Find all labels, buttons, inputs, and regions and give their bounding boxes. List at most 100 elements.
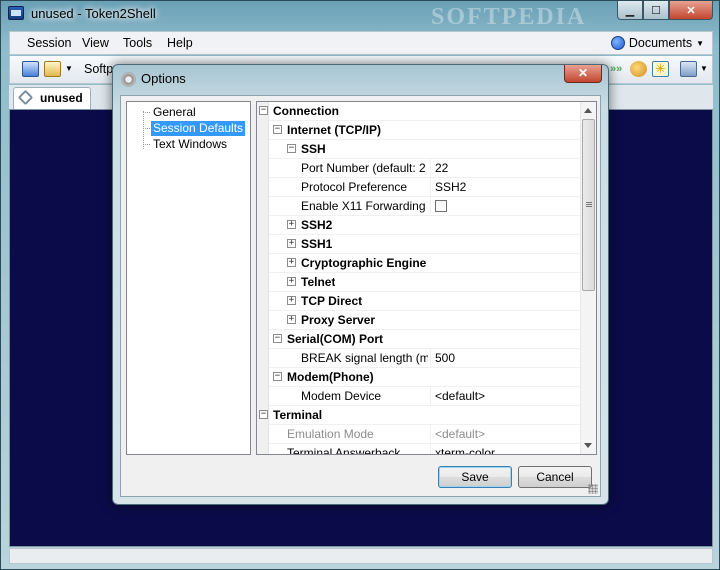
edit-icon[interactable]: [44, 61, 61, 77]
status-bar: [9, 548, 713, 564]
nav-item-session-defaults[interactable]: Session Defaults: [151, 121, 246, 136]
property-row[interactable]: Emulation Mode <default>: [257, 425, 580, 444]
tree-line: [143, 112, 150, 113]
property-name: Modem(Phone): [287, 370, 374, 384]
collapse-icon[interactable]: −: [259, 410, 268, 419]
property-name: Modem Device: [301, 389, 382, 403]
property-row[interactable]: + Cryptographic Engine: [257, 254, 580, 273]
dialog-title: Options: [141, 71, 186, 86]
property-row[interactable]: + Telnet: [257, 273, 580, 292]
property-name: Terminal: [273, 408, 323, 422]
property-row[interactable]: − SSH: [257, 140, 580, 159]
menu-tools[interactable]: Tools: [123, 36, 152, 50]
expand-icon[interactable]: +: [287, 277, 296, 286]
property-row[interactable]: + SSH2: [257, 216, 580, 235]
chevron-down-icon[interactable]: ▼: [65, 64, 73, 73]
tab-label: unused: [40, 91, 83, 105]
toolbar-session-label[interactable]: Softp: [84, 62, 113, 76]
options-dialog: Options ✕ General Session Defaults Text …: [112, 64, 609, 505]
property-row[interactable]: + TCP Direct: [257, 292, 580, 311]
expand-icon[interactable]: +: [287, 239, 296, 248]
collapse-icon[interactable]: −: [287, 144, 296, 153]
property-value[interactable]: SSH2: [430, 178, 580, 197]
property-row[interactable]: + SSH1: [257, 235, 580, 254]
property-name: BREAK signal length (msec: [301, 351, 428, 365]
property-row[interactable]: BREAK signal length (msec500: [257, 349, 580, 368]
watermark: SOFTPEDIA: [431, 4, 587, 30]
arrows-icon[interactable]: »»: [610, 61, 624, 77]
menu-session[interactable]: Session: [27, 36, 71, 50]
expand-icon[interactable]: +: [287, 315, 296, 324]
property-name: Telnet: [301, 275, 336, 289]
maximize-button[interactable]: ☐: [643, 1, 669, 20]
property-name: Protocol Preference: [301, 180, 408, 194]
close-button[interactable]: ✕: [669, 1, 713, 20]
save-button[interactable]: Save: [438, 466, 512, 488]
menu-bar: Session View Tools Help Documents ▼: [9, 31, 713, 55]
menu-view[interactable]: View: [82, 36, 109, 50]
property-row[interactable]: − Internet (TCP/IP): [257, 121, 580, 140]
property-row[interactable]: + Proxy Server: [257, 311, 580, 330]
collapse-icon[interactable]: −: [259, 106, 268, 115]
property-name: SSH: [301, 142, 326, 156]
property-name: Emulation Mode: [287, 427, 374, 441]
property-name: Internet (TCP/IP): [287, 123, 382, 137]
spark-icon[interactable]: ✳: [652, 61, 669, 77]
property-value[interactable]: [430, 197, 580, 216]
property-name: Serial(COM) Port: [287, 332, 384, 346]
documents-menu[interactable]: Documents ▼: [610, 36, 704, 50]
vertical-scrollbar[interactable]: [580, 102, 596, 454]
property-name: Port Number (default: 2: [301, 161, 426, 175]
tag-icon: [17, 89, 34, 106]
property-row[interactable]: Terminal Answerback xterm-color: [257, 444, 580, 455]
settings-icon[interactable]: [680, 61, 697, 77]
property-row[interactable]: Enable X11 Forwarding: [257, 197, 580, 216]
menu-help[interactable]: Help: [167, 36, 193, 50]
property-row[interactable]: − Terminal: [257, 406, 580, 425]
property-value[interactable]: <default>: [430, 425, 580, 444]
property-row[interactable]: − Modem(Phone): [257, 368, 580, 387]
property-row[interactable]: Port Number (default: 2 22: [257, 159, 580, 178]
expand-icon[interactable]: +: [287, 258, 296, 267]
property-value[interactable]: 22: [430, 159, 580, 178]
property-name: SSH2: [301, 218, 333, 232]
documents-label: Documents: [628, 36, 693, 50]
scroll-down-icon[interactable]: [584, 443, 592, 448]
dialog-body: General Session Defaults Text Windows − C…: [120, 95, 601, 497]
x11-forwarding-checkbox[interactable]: [435, 200, 447, 212]
collapse-icon[interactable]: −: [273, 334, 282, 343]
property-value[interactable]: 500: [430, 349, 580, 368]
cancel-button[interactable]: Cancel: [518, 466, 592, 488]
tab-unused[interactable]: unused: [13, 87, 91, 109]
key-icon[interactable]: [630, 61, 647, 77]
property-name: TCP Direct: [301, 294, 363, 308]
title-bar: unused - Token2Shell SOFTPEDIA ▁ ☐ ✕: [1, 1, 719, 30]
new-session-icon[interactable]: [22, 61, 39, 77]
grip-icon: [586, 202, 592, 208]
chevron-down-icon[interactable]: ▼: [700, 64, 708, 73]
app-icon[interactable]: [8, 6, 24, 20]
expand-icon[interactable]: +: [287, 220, 296, 229]
property-row[interactable]: − Connection: [257, 102, 580, 121]
property-row[interactable]: Modem Device <default>: [257, 387, 580, 406]
property-row[interactable]: Protocol Preference SSH2: [257, 178, 580, 197]
collapse-icon[interactable]: −: [273, 372, 282, 381]
tree-line: [143, 128, 150, 129]
scroll-thumb[interactable]: [582, 119, 595, 291]
options-nav-tree: General Session Defaults Text Windows: [126, 101, 251, 455]
scroll-up-icon[interactable]: [584, 108, 592, 113]
nav-item-text-windows[interactable]: Text Windows: [151, 137, 229, 152]
property-name: Terminal Answerback: [287, 446, 401, 455]
nav-item-general[interactable]: General: [151, 105, 198, 120]
resize-grip[interactable]: [588, 484, 598, 494]
property-row[interactable]: − Serial(COM) Port: [257, 330, 580, 349]
property-value[interactable]: <default>: [430, 387, 580, 406]
property-value[interactable]: xterm-color: [430, 444, 580, 454]
expand-icon[interactable]: +: [287, 296, 296, 305]
caption-buttons: ▁ ☐ ✕: [617, 1, 713, 20]
property-name: Connection: [273, 104, 339, 118]
collapse-icon[interactable]: −: [273, 125, 282, 134]
property-name: Enable X11 Forwarding: [301, 199, 426, 213]
dialog-close-button[interactable]: ✕: [564, 65, 602, 83]
minimize-button[interactable]: ▁: [617, 1, 643, 20]
